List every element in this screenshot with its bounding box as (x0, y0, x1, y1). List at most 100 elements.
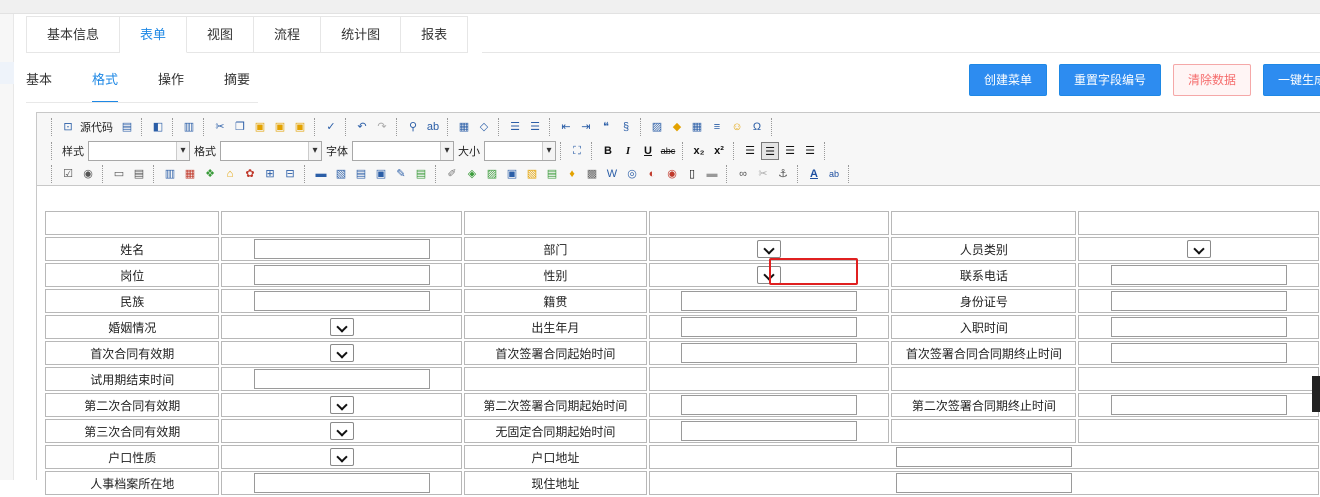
preview-icon[interactable]: ◧ (149, 118, 167, 136)
tab-form[interactable]: 表单 (120, 16, 188, 53)
horizontal-rule-icon[interactable]: ≡ (708, 118, 726, 136)
align-right-icon[interactable]: ☰ (781, 142, 799, 160)
table-cell[interactable] (648, 445, 1319, 469)
source-code-icon[interactable]: ⊡ (59, 118, 77, 136)
table-cell[interactable] (1078, 419, 1319, 443)
table-cell[interactable] (463, 367, 647, 391)
tab-report[interactable]: 报表 (401, 16, 469, 53)
separator-control-icon[interactable]: ▬ (703, 165, 721, 183)
table-cell[interactable] (1078, 289, 1319, 313)
list-control-icon[interactable]: ▤ (412, 165, 430, 183)
style-select[interactable] (88, 141, 190, 161)
phone-input[interactable] (1110, 265, 1287, 285)
copy-icon[interactable]: ❐ (231, 118, 249, 136)
macro-control-icon[interactable]: ❖ (201, 165, 219, 183)
household-address-input[interactable] (895, 447, 1072, 467)
table-cell[interactable] (891, 367, 1077, 391)
strikethrough-button[interactable]: abc (659, 142, 677, 160)
table-cell[interactable] (221, 367, 462, 391)
table-icon[interactable]: ▦ (688, 118, 706, 136)
calc-control-icon[interactable]: ⊞ (261, 165, 279, 183)
second-contract-end-input[interactable] (1110, 395, 1287, 415)
household-type-select[interactable] (329, 448, 354, 466)
subtab-operation[interactable]: 操作 (158, 70, 184, 104)
subtab-basic[interactable]: 基本 (26, 70, 52, 104)
line-control-icon[interactable]: ▬ (312, 165, 330, 183)
align-left-icon[interactable]: ☰ (741, 142, 759, 160)
tab-flow[interactable]: 流程 (254, 16, 322, 53)
current-address-input[interactable] (895, 473, 1072, 493)
table-cell[interactable] (221, 445, 462, 469)
one-click-generate-button[interactable]: 一键生成 (1263, 64, 1320, 96)
table-cell[interactable] (648, 237, 890, 261)
probation-end-input[interactable] (253, 369, 430, 389)
table-cell[interactable] (1078, 263, 1319, 287)
stack-control-icon[interactable]: ◈ (463, 165, 481, 183)
query-control-icon[interactable]: ⊟ (281, 165, 299, 183)
word-control-icon[interactable]: W (603, 165, 621, 183)
bold-button[interactable]: B (599, 142, 617, 160)
redo-icon[interactable]: ↷ (373, 118, 391, 136)
table-cell[interactable] (1078, 315, 1319, 339)
save-template-icon[interactable]: ▤ (118, 118, 136, 136)
table-cell[interactable] (1078, 393, 1319, 417)
maximize-icon[interactable]: ⛶ (568, 142, 586, 160)
open-ended-contract-start-input[interactable] (681, 421, 858, 441)
department-select[interactable] (757, 240, 782, 258)
create-menu-button[interactable]: 创建菜单 (969, 64, 1048, 96)
table-cell[interactable] (1078, 211, 1319, 235)
table-cell[interactable] (891, 419, 1077, 443)
second-contract-term-select[interactable] (329, 396, 354, 414)
table-cell[interactable] (648, 315, 890, 339)
gender-select[interactable] (757, 266, 782, 284)
number-control-icon[interactable]: ▯ (683, 165, 701, 183)
chart-control-icon[interactable]: ▧ (523, 165, 541, 183)
birth-date-input[interactable] (681, 317, 858, 337)
table-cell[interactable] (221, 393, 462, 417)
web-control-icon[interactable]: ◎ (623, 165, 641, 183)
underline-button[interactable]: U (639, 142, 657, 160)
id-number-input[interactable] (1110, 291, 1287, 311)
first-contract-start-input[interactable] (681, 343, 858, 363)
map-control-icon[interactable]: ▤ (543, 165, 561, 183)
editor-canvas[interactable]: 姓名 部门 人员类别 岗位 性别 联系电话 民族 籍贯 身份证号 婚姻情况 出生… (37, 187, 1320, 495)
spellcheck-icon[interactable]: ✓ (322, 118, 340, 136)
table-cell[interactable] (648, 367, 890, 391)
paste-text-icon[interactable]: ▣ (271, 118, 289, 136)
clear-data-button[interactable]: 清除数据 (1173, 64, 1252, 96)
table-cell[interactable] (1078, 367, 1319, 391)
first-contract-term-select[interactable] (329, 344, 354, 362)
size-select[interactable] (484, 141, 556, 161)
blockquote-icon[interactable]: ❝ (597, 118, 615, 136)
personnel-file-location-input[interactable] (253, 473, 430, 493)
outdent-icon[interactable]: ⇤ (557, 118, 575, 136)
listview-control-icon[interactable]: ▥ (161, 165, 179, 183)
sign-control-icon[interactable]: ✎ (392, 165, 410, 183)
smiley-icon[interactable]: ☺ (728, 118, 746, 136)
attachment-control-icon[interactable]: ✐ (443, 165, 461, 183)
align-justify-icon[interactable]: ☰ (801, 142, 819, 160)
table-cell[interactable] (648, 263, 890, 287)
table-cell[interactable] (221, 471, 462, 495)
name-input[interactable] (253, 239, 430, 259)
table-cell[interactable] (463, 211, 647, 235)
first-contract-end-input[interactable] (1110, 343, 1287, 363)
table-cell[interactable] (1078, 237, 1319, 261)
ethnicity-input[interactable] (253, 291, 430, 311)
table-cell[interactable] (221, 263, 462, 287)
qrcode-control-icon[interactable]: ▩ (583, 165, 601, 183)
image-control-icon[interactable]: ▨ (483, 165, 501, 183)
table-cell[interactable] (648, 471, 1319, 495)
media-control-icon[interactable]: ▣ (503, 165, 521, 183)
source-code-button[interactable]: 源代码 (80, 119, 113, 135)
table-cell[interactable] (1078, 341, 1319, 365)
reset-field-number-button[interactable]: 重置字段编号 (1059, 64, 1162, 96)
tab-chart[interactable]: 统计图 (321, 16, 402, 53)
sheet-control-icon[interactable]: ▤ (352, 165, 370, 183)
flash-icon[interactable]: ◆ (668, 118, 686, 136)
format-select[interactable] (220, 141, 322, 161)
embed-control-icon[interactable]: ▣ (372, 165, 390, 183)
italic-button[interactable]: I (619, 142, 637, 160)
native-place-input[interactable] (681, 291, 858, 311)
tab-basic-info[interactable]: 基本信息 (26, 16, 121, 53)
